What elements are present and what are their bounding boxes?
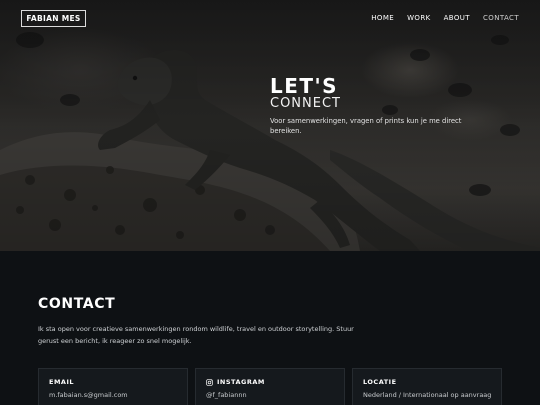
location-card: LOCATIE Nederland / Internationaal op aa… [352,368,502,405]
email-value[interactable]: m.fabaian.s@gmail.com [49,391,128,399]
instagram-label-row: INSTAGRAM [206,378,265,386]
hero-description: Voor samenwerkingen, vragen of prints ku… [270,117,462,135]
location-label: LOCATIE [363,378,397,386]
nav-home[interactable]: HOME [371,14,394,22]
contact-section: CONTACT Ik sta open voor creatieve samen… [0,251,540,405]
nav-contact[interactable]: CONTACT [483,14,519,22]
contact-title: CONTACT [38,296,116,312]
instagram-card[interactable]: INSTAGRAM @f_fabiannn [195,368,345,405]
instagram-icon [206,378,213,386]
hero-subtitle: CONNECT [270,96,341,111]
instagram-value[interactable]: @f_fabiannn [206,391,247,399]
instagram-label: INSTAGRAM [217,378,265,386]
brand-logo[interactable]: FABIAN MES [21,10,86,27]
nav-about[interactable]: ABOUT [444,14,470,22]
email-card[interactable]: EMAIL m.fabaian.s@gmail.com [38,368,188,405]
email-label: EMAIL [49,378,74,386]
contact-intro: Ik sta open voor creatieve samenwerkinge… [38,325,354,345]
main-nav: HOME WORK ABOUT CONTACT [371,14,519,22]
page: FABIAN MES HOME WORK ABOUT CONTACT LET'S… [0,0,540,405]
nav-work[interactable]: WORK [407,14,431,22]
hero-title: LET'S [270,74,339,98]
location-value: Nederland / Internationaal op aanvraag [363,391,492,399]
